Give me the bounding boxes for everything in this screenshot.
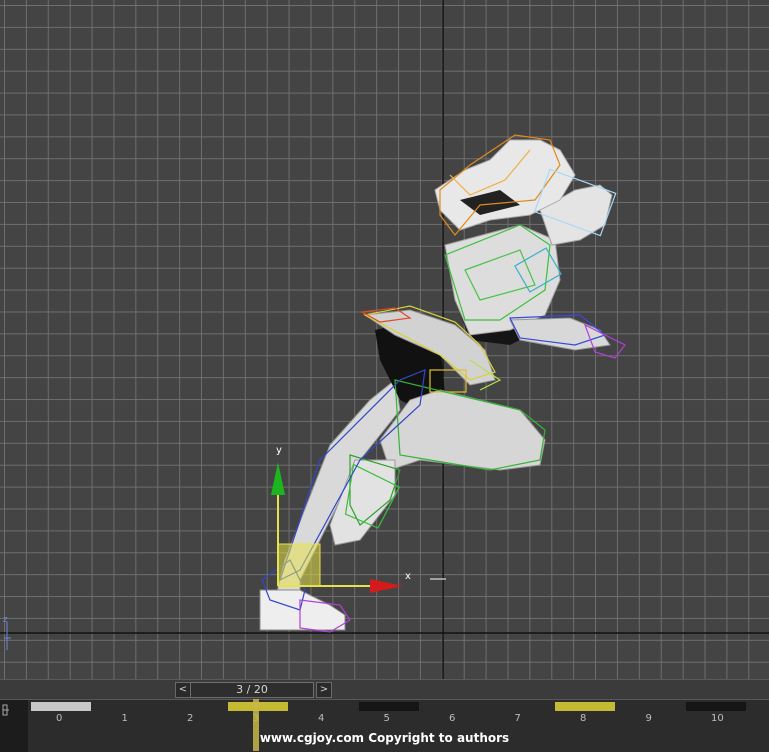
keyframe-marker[interactable] <box>686 702 746 711</box>
gizmo-y-label: y <box>276 445 282 456</box>
keyframe-marker[interactable] <box>555 702 615 711</box>
scene-canvas <box>0 0 769 679</box>
frame-tick-8: 8 <box>580 713 587 724</box>
frame-tick-2: 2 <box>187 713 194 724</box>
frame-tick-4: 4 <box>318 713 325 724</box>
frame-tick-7: 7 <box>514 713 521 724</box>
corner-z-label: z <box>3 615 8 625</box>
frame-tick-1: 1 <box>121 713 128 724</box>
keyframe-marker[interactable] <box>358 702 419 711</box>
frame-tick-10: 10 <box>711 713 724 724</box>
time-slider[interactable]: < 3 / 20 > <box>0 679 769 700</box>
gizmo-y-arrow <box>271 462 285 495</box>
gizmo-x-label: x <box>405 571 411 582</box>
frame-tick-9: 9 <box>645 713 652 724</box>
watermark-text: www.cgjoy.com Copyright to authors <box>259 731 510 745</box>
frame-tick-6: 6 <box>449 713 456 724</box>
frame-tick-0: 0 <box>56 713 63 724</box>
previous-frame-button[interactable]: < <box>175 682 191 698</box>
key-filter-icon[interactable] <box>0 700 28 720</box>
gizmo-xy-plane <box>277 543 321 587</box>
keyframe-marker[interactable] <box>31 702 91 711</box>
frame-tick-5: 5 <box>383 713 390 724</box>
time-slider-thumb[interactable]: 3 / 20 <box>190 682 314 698</box>
viewport-front[interactable]: x y z <box>0 0 769 679</box>
next-frame-button[interactable]: > <box>316 682 332 698</box>
gizmo-x-arrow <box>370 579 403 593</box>
corner-axis-tripod <box>4 622 11 650</box>
